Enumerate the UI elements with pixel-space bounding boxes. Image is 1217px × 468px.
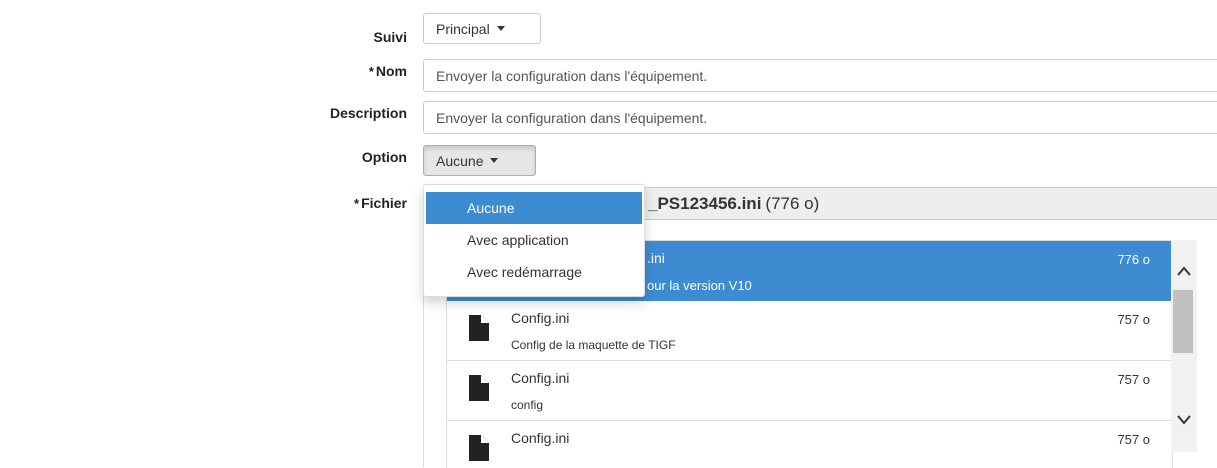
- scrollbar-thumb[interactable]: [1173, 290, 1193, 353]
- option-value: Aucune: [436, 152, 484, 169]
- nom-label-text: Nom: [375, 63, 407, 79]
- file-description: config: [511, 398, 544, 412]
- file-icon: [469, 315, 489, 341]
- file-description: our la version V10: [647, 278, 752, 293]
- file-icon: [469, 435, 489, 461]
- fichier-label: * Fichier: [354, 195, 407, 211]
- suivi-dropdown[interactable]: Principal: [423, 13, 541, 44]
- file-row[interactable]: Config.ini config 757 o: [447, 361, 1172, 421]
- chevron-down-icon[interactable]: [1176, 414, 1192, 426]
- file-row[interactable]: Config.ini 757 o: [447, 421, 1172, 468]
- option-label: Option: [361, 149, 407, 165]
- file-description: Config de la maquette de TIGF: [511, 338, 676, 352]
- caret-down-icon: [496, 26, 505, 31]
- nom-input[interactable]: Envoyer la configuration dans l'équipeme…: [423, 59, 1217, 92]
- file-name: Config.ini: [511, 370, 570, 386]
- file-name: Config.ini: [511, 310, 570, 326]
- file-size: 757 o: [1117, 312, 1150, 327]
- file-icon: [469, 375, 489, 401]
- chevron-up-icon[interactable]: [1176, 265, 1192, 277]
- file-size: 757 o: [1117, 432, 1150, 447]
- option-dropdown[interactable]: Aucune: [423, 145, 536, 176]
- option-dropdown-menu: Aucune Avec application Avec redémarrage: [423, 184, 645, 297]
- caret-down-icon: [490, 158, 499, 163]
- selected-file-size: (776 o): [765, 193, 820, 213]
- description-input[interactable]: Envoyer la configuration dans l'équipeme…: [423, 101, 1217, 134]
- file-name: .ini: [647, 250, 665, 266]
- file-size: 757 o: [1117, 372, 1150, 387]
- menu-item-aucune[interactable]: Aucune: [426, 192, 642, 224]
- description-value: Envoyer la configuration dans l'équipeme…: [436, 109, 708, 126]
- file-row[interactable]: Config.ini Config de la maquette de TIGF…: [447, 301, 1172, 361]
- menu-item-avec-redemarrage[interactable]: Avec redémarrage: [424, 256, 644, 288]
- file-size: 776 o: [1117, 252, 1150, 267]
- fichier-label-text: Fichier: [361, 195, 407, 211]
- required-mark: *: [354, 196, 360, 211]
- required-mark: *: [368, 64, 374, 79]
- file-list-scrollbar[interactable]: [1171, 240, 1197, 452]
- selected-file-name: _PS123456.ini: [648, 193, 762, 213]
- suivi-label: Suivi: [373, 29, 407, 45]
- nom-label: * Nom: [369, 63, 407, 79]
- menu-item-avec-application[interactable]: Avec application: [424, 224, 644, 256]
- suivi-value: Principal: [436, 20, 490, 37]
- nom-value: Envoyer la configuration dans l'équipeme…: [436, 67, 708, 84]
- file-name: Config.ini: [511, 430, 570, 446]
- description-label: Description: [329, 105, 407, 121]
